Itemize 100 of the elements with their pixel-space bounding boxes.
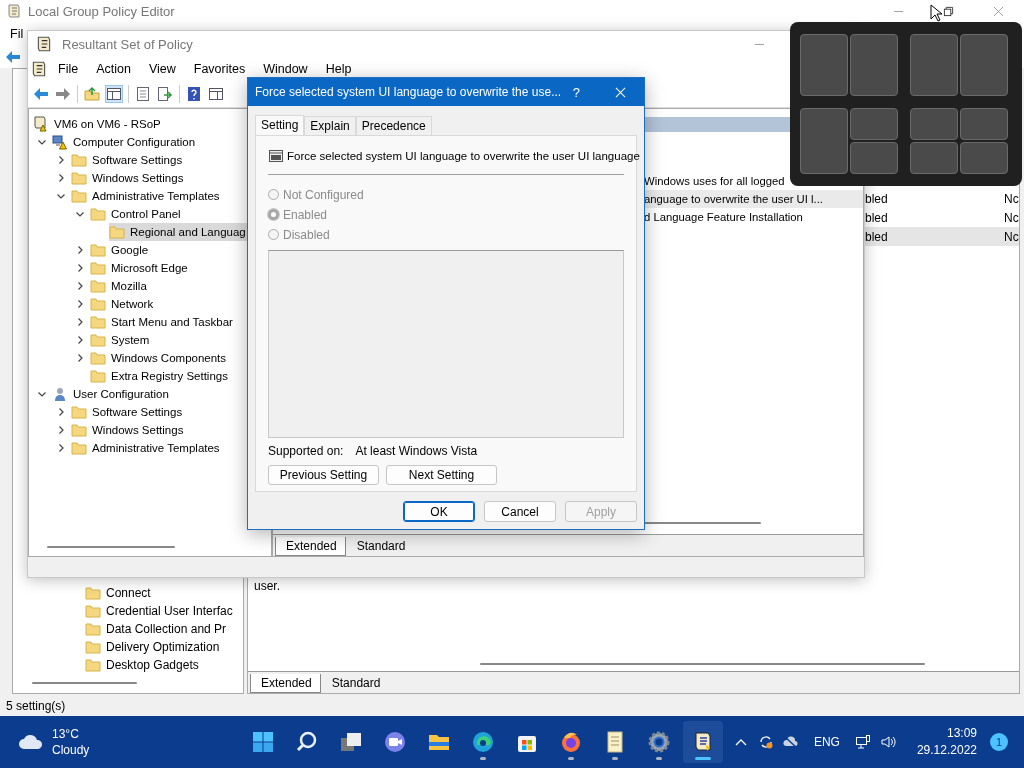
tree-item[interactable]: Google (90, 241, 152, 259)
tree-item[interactable]: Microsoft Edge (90, 259, 191, 277)
tree-item[interactable]: Delivery Optimization (85, 638, 223, 656)
console-tree-icon[interactable] (106, 86, 122, 102)
scrollbar[interactable] (47, 546, 175, 548)
folder-icon (85, 585, 101, 601)
chevron-icon[interactable] (55, 191, 66, 201)
tree-item[interactable]: User Configuration (52, 385, 172, 403)
folder-icon (90, 314, 106, 330)
tree-item[interactable]: Data Collection and Pr (85, 620, 230, 638)
dialog-button[interactable]: Cancel (484, 501, 556, 522)
menu-item[interactable]: View (148, 62, 176, 76)
forward-arrow-icon[interactable] (55, 86, 71, 102)
dialog-button[interactable]: OK (403, 501, 475, 522)
tree-item[interactable]: Administrative Templates (71, 439, 223, 457)
scroll-icon[interactable] (30, 60, 48, 78)
menu-item[interactable]: Favorites (193, 62, 246, 76)
weather-condition[interactable]: Cloudy (52, 742, 90, 758)
navigation-button[interactable]: Next Setting (386, 465, 497, 485)
folder-icon (71, 404, 87, 420)
tree-item[interactable]: Computer Configuration (52, 133, 199, 151)
chevron-icon[interactable] (36, 137, 47, 147)
folder-icon (90, 350, 106, 366)
tree-item[interactable]: VM6 on VM6 - RSoP (33, 115, 164, 133)
folder-icon (90, 242, 106, 258)
tree-item[interactable]: Windows Components (90, 349, 230, 367)
tree-item[interactable]: Network (90, 295, 157, 313)
window-title: Local Group Policy Editor (28, 3, 175, 19)
up-folder-icon[interactable] (84, 86, 100, 102)
tree-item[interactable]: Mozilla (90, 277, 150, 295)
tree-item[interactable]: Windows Settings (71, 421, 187, 439)
help-icon[interactable] (186, 86, 202, 102)
window-title: Resultant Set of Policy (62, 36, 193, 52)
status-text: 5 setting(s) (6, 699, 66, 713)
folder-icon (71, 152, 87, 168)
chevron-icon[interactable] (36, 389, 47, 399)
tree-item[interactable]: Credential User Interfac (85, 602, 236, 620)
temperature[interactable]: 13°C (52, 726, 90, 742)
dialog-tab[interactable]: Setting (255, 115, 305, 136)
folder-icon (71, 170, 87, 186)
tree-item[interactable]: Extra Registry Settings (90, 367, 231, 385)
menu-item[interactable]: Help (325, 62, 352, 76)
fox-browser-icon (559, 730, 583, 754)
chevron-icon[interactable] (74, 209, 85, 219)
radio-button[interactable] (268, 209, 279, 220)
sync-icon[interactable] (757, 734, 774, 750)
network-icon[interactable] (854, 734, 871, 750)
folder-icon (71, 422, 87, 438)
menu-item[interactable]: Fil (10, 26, 24, 41)
restore-icon[interactable] (943, 5, 954, 17)
properties-icon[interactable] (135, 86, 151, 102)
scrollbar[interactable] (32, 682, 137, 684)
tree-item[interactable]: Software Settings (71, 151, 186, 169)
tree-item[interactable]: Software Settings (71, 403, 186, 421)
snap-layout-option[interactable] (800, 34, 898, 96)
menu-item[interactable]: Action (96, 62, 131, 76)
menu-item[interactable]: File (58, 62, 79, 76)
scrollbar[interactable] (480, 663, 925, 665)
volume-icon[interactable] (879, 734, 896, 750)
clock-time[interactable]: 13:09 (946, 725, 977, 742)
task-view-icon (339, 730, 363, 754)
view-tab[interactable]: Extended (275, 537, 346, 556)
radio-button[interactable] (268, 229, 279, 240)
language-indicator[interactable]: ENG (813, 735, 840, 749)
snap-layout-option[interactable] (800, 108, 898, 174)
tree-item[interactable]: Control Panel (90, 205, 184, 223)
clock-date[interactable]: 29.12.2022 (916, 742, 977, 759)
scroll-warning-icon (33, 116, 49, 132)
tree-item[interactable]: Connect (85, 584, 154, 602)
snap-layout-option[interactable] (910, 34, 1008, 96)
folder-icon (85, 639, 101, 655)
chat-icon (383, 730, 407, 754)
view-tab[interactable]: Extended (250, 674, 321, 693)
dialog-tab[interactable]: Explain (304, 116, 356, 135)
view-tab[interactable]: Standard (320, 674, 390, 693)
description-text: user. (253, 579, 280, 593)
tree-item[interactable]: Windows Settings (71, 169, 187, 187)
tree-item[interactable]: Regional and Languag (109, 223, 249, 241)
tree-item[interactable]: Desktop Gadgets (85, 656, 202, 674)
folder-icon (90, 332, 106, 348)
dialog-tab[interactable]: Precedence (355, 116, 432, 135)
cloud-icon[interactable] (18, 734, 44, 750)
tree-item[interactable]: System (90, 331, 153, 349)
menu-item[interactable]: Window (263, 62, 308, 76)
tree-item[interactable]: Administrative Templates (71, 187, 223, 205)
folder-icon (109, 224, 125, 240)
snap-layout-option[interactable] (910, 108, 1008, 174)
radio-button[interactable] (268, 189, 279, 200)
action-pane-icon[interactable] (208, 86, 224, 102)
search-icon (295, 730, 319, 754)
help-button[interactable]: ? (572, 84, 580, 100)
view-tab[interactable]: Standard (345, 537, 415, 556)
close-icon[interactable] (993, 5, 1004, 17)
back-arrow-icon[interactable] (33, 86, 49, 102)
taskbar-button[interactable] (683, 721, 723, 763)
export-list-icon[interactable] (157, 86, 173, 102)
navigation-button[interactable]: Previous Setting (268, 465, 379, 485)
tree-item[interactable]: Start Menu and Taskbar (90, 313, 236, 331)
scroll-icon (35, 35, 53, 53)
notification-badge[interactable]: 1 (990, 733, 1008, 751)
